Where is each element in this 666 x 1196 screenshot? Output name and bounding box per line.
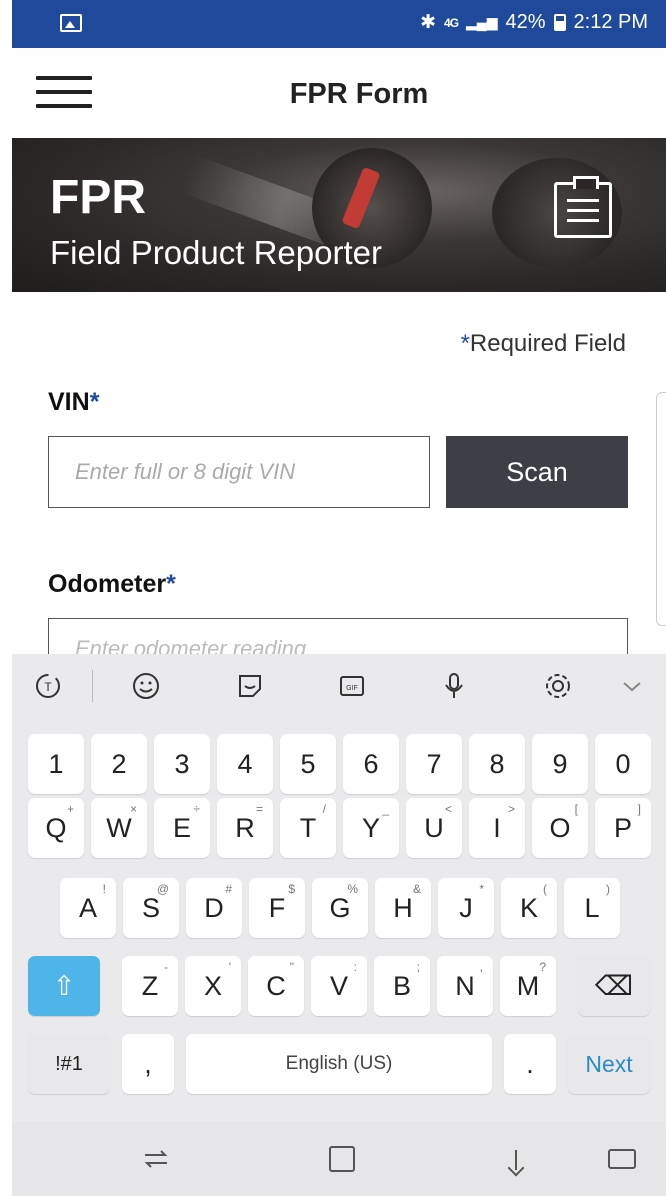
battery-percent: 42% xyxy=(505,11,546,33)
translate-icon[interactable]: T xyxy=(28,666,68,706)
svg-text:GIF: GIF xyxy=(346,685,358,692)
key-z[interactable]: Z- xyxy=(122,956,178,1016)
key-2[interactable]: 2 xyxy=(91,734,147,794)
next-key[interactable]: Next xyxy=(568,1034,650,1094)
app-header: FPR Form xyxy=(12,48,666,138)
key-i[interactable]: I > xyxy=(469,798,525,858)
key-x[interactable]: X ' xyxy=(185,956,241,1016)
back-icon[interactable] xyxy=(504,1144,544,1174)
key-v[interactable]: V: xyxy=(311,956,367,1016)
comma-key[interactable]: , xyxy=(122,1034,174,1094)
symbols-key[interactable]: !#1 xyxy=(28,1034,110,1094)
key-0[interactable]: 0 xyxy=(595,734,651,794)
key-h[interactable]: H & xyxy=(375,878,431,938)
key-5[interactable]: 5 xyxy=(280,734,336,794)
system-nav-bar xyxy=(12,1122,666,1196)
key-e[interactable]: E ÷ xyxy=(154,798,210,858)
gif-icon[interactable]: GIF xyxy=(332,666,372,706)
network-indicator: 4G xyxy=(444,15,459,30)
backspace-key[interactable]: ⌫ xyxy=(578,956,650,1016)
required-field-note: *Required Field xyxy=(460,330,626,357)
key-1[interactable]: 1 xyxy=(28,734,84,794)
key-r[interactable]: R = xyxy=(217,798,273,858)
key-s[interactable]: S @ xyxy=(123,878,179,938)
emoji-icon[interactable] xyxy=(126,666,166,706)
key-t[interactable]: T / xyxy=(280,798,336,858)
key-j[interactable]: J * xyxy=(438,878,494,938)
key-m[interactable]: M? xyxy=(500,956,556,1016)
status-bar: ✱ 4G ▂▄▆ 42% 2:12 PM xyxy=(12,0,666,48)
home-icon[interactable] xyxy=(322,1144,362,1174)
key-3[interactable]: 3 xyxy=(154,734,210,794)
key-c[interactable]: C " xyxy=(248,956,304,1016)
key-p[interactable]: P] xyxy=(595,798,651,858)
chevron-down-icon[interactable] xyxy=(612,666,652,706)
vin-input[interactable] xyxy=(48,436,430,508)
scan-button[interactable]: Scan xyxy=(446,436,628,508)
key-6[interactable]: 6 xyxy=(343,734,399,794)
image-icon xyxy=(60,14,82,32)
hero-banner: FPR Field Product Reporter xyxy=(12,138,666,292)
svg-text:T: T xyxy=(44,680,52,694)
key-a[interactable]: A! xyxy=(60,878,116,938)
page-title: FPR Form xyxy=(289,78,429,110)
on-screen-keyboard: T GIF 1 2 3 4 5 6 7 8 9 0 Q + W × E ÷ R = T / Y _ U < I > O[P] A! S @… xyxy=(12,654,666,1122)
key-7[interactable]: 7 xyxy=(406,734,462,794)
key-d[interactable]: D # xyxy=(186,878,242,938)
key-4[interactable]: 4 xyxy=(217,734,273,794)
odometer-label: Odometer* xyxy=(48,570,176,598)
key-y[interactable]: Y _ xyxy=(343,798,399,858)
banner-title: FPR xyxy=(50,171,146,224)
bluetooth-icon: ✱ xyxy=(420,12,437,33)
battery-icon xyxy=(553,14,566,31)
key-g[interactable]: G% xyxy=(312,878,368,938)
clock: 2:12 PM xyxy=(573,11,648,33)
status-indicators: ✱ 4G ▂▄▆ 42% 2:12 PM xyxy=(420,11,648,34)
toolbar-divider xyxy=(92,670,93,702)
key-w[interactable]: W × xyxy=(91,798,147,858)
key-k[interactable]: K( xyxy=(501,878,557,938)
banner-subtitle: Field Product Reporter xyxy=(50,234,382,271)
key-8[interactable]: 8 xyxy=(469,734,525,794)
key-u[interactable]: U < xyxy=(406,798,462,858)
key-9[interactable]: 9 xyxy=(532,734,588,794)
space-key[interactable]: English (US) xyxy=(186,1034,492,1094)
keyboard-toolbar: T GIF xyxy=(12,654,666,720)
side-scroll-tab[interactable] xyxy=(656,392,666,626)
clipboard-icon xyxy=(554,176,612,238)
vin-label: VIN* xyxy=(48,388,100,416)
key-l[interactable]: L) xyxy=(564,878,620,938)
signal-icon: ▂▄▆ xyxy=(466,14,498,30)
key-b[interactable]: B; xyxy=(374,956,430,1016)
shift-key[interactable]: ⇧ xyxy=(28,956,100,1016)
key-n[interactable]: N, xyxy=(437,956,493,1016)
key-q[interactable]: Q + xyxy=(28,798,84,858)
keyboard-icon[interactable] xyxy=(602,1144,642,1174)
sticker-icon[interactable] xyxy=(230,666,270,706)
microphone-icon[interactable] xyxy=(434,666,474,706)
key-f[interactable]: F $ xyxy=(249,878,305,938)
settings-icon[interactable] xyxy=(538,666,578,706)
recent-apps-icon[interactable] xyxy=(136,1144,176,1174)
key-o[interactable]: O[ xyxy=(532,798,588,858)
period-key[interactable]: . xyxy=(504,1034,556,1094)
